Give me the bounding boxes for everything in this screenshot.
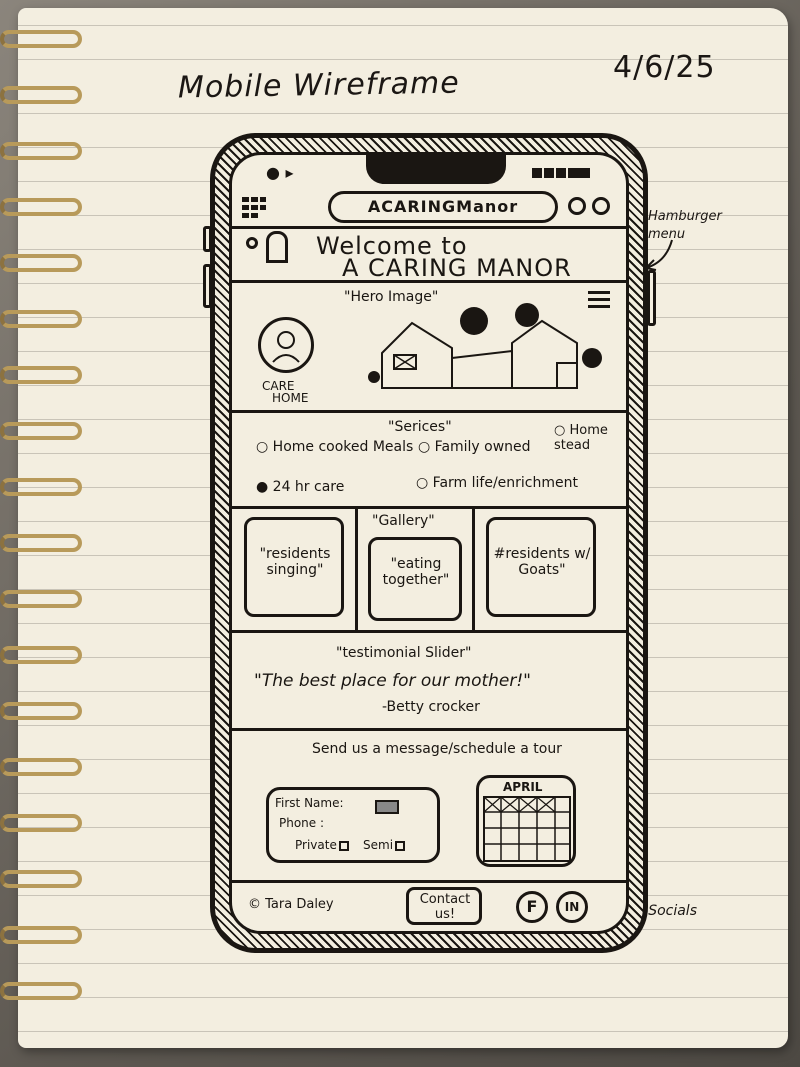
volume-button: [203, 226, 212, 252]
copyright: © Tara Daley: [248, 897, 334, 912]
contact-us-button[interactable]: Contact us!: [406, 887, 482, 925]
footer: © Tara Daley Contact us! F IN: [232, 883, 626, 931]
testimonial-heading: "testimonial Slider": [336, 645, 472, 661]
private-checkbox[interactable]: [338, 840, 349, 851]
service-item: ○ Home stead: [554, 423, 608, 453]
hero-section: "Hero Image" CARE HOME: [232, 283, 626, 413]
gallery-divider: [355, 509, 358, 630]
gallery-card[interactable]: "eating together": [368, 537, 462, 621]
phone-screen: ● ▸ ACARINGManor Welcome to A CARING MAN…: [229, 152, 629, 934]
testimonial-quote: "The best place for our mother!": [254, 671, 531, 691]
notebook-page: Mobile Wireframe 4/6/25 Hamburger menu ←…: [18, 8, 788, 1048]
calendar-widget[interactable]: APRIL: [476, 775, 576, 867]
logo-caption-2: HOME: [272, 391, 309, 405]
care-home-logo[interactable]: [258, 317, 314, 373]
page-date: 4/6/25: [613, 50, 716, 85]
power-button: [647, 270, 656, 326]
service-item: ● 24 hr care: [256, 479, 345, 495]
brand-logo-pill[interactable]: ACARINGManor: [328, 191, 558, 223]
facebook-icon[interactable]: F: [516, 891, 548, 923]
page-title: Mobile Wireframe: [177, 65, 460, 106]
gallery-heading: "Gallery": [372, 513, 435, 529]
status-time-icon: ● ▸: [266, 163, 294, 182]
gallery-card[interactable]: "residents singing": [244, 517, 344, 617]
contact-section: Send us a message/schedule a tour First …: [232, 731, 626, 883]
photo: Mobile Wireframe 4/6/25 Hamburger menu ←…: [0, 0, 800, 1067]
linkedin-icon[interactable]: IN: [556, 891, 588, 923]
private-option[interactable]: Private: [295, 838, 349, 852]
phone-frame: ● ▸ ACARINGManor Welcome to A CARING MAN…: [203, 133, 656, 953]
gallery-section: "Gallery" "residents singing" "eating to…: [232, 509, 626, 633]
semi-checkbox[interactable]: [395, 840, 406, 851]
welcome-knob-icon: [246, 237, 258, 249]
testimonial-author: -Betty crocker: [382, 699, 480, 715]
calendar-month: APRIL: [503, 780, 543, 794]
toggle-icon[interactable]: [568, 197, 586, 215]
signal-icon: [532, 163, 612, 178]
welcome-section: Welcome to A CARING MANOR: [232, 229, 626, 281]
testimonial-section: "testimonial Slider" "The best place for…: [232, 633, 626, 731]
services-heading: "Serices": [388, 419, 452, 435]
spiral-binding: [0, 30, 90, 1030]
volume-button-down: [203, 264, 212, 308]
person-icon: [272, 331, 300, 363]
contact-heading: Send us a message/schedule a tour: [312, 741, 562, 757]
service-item: ○ Family owned: [418, 439, 531, 455]
hero-house-image: [368, 303, 602, 389]
calendar-grid-icon: [483, 796, 571, 862]
first-name-input[interactable]: [375, 800, 399, 814]
menu-grid-icon[interactable]: [240, 193, 268, 221]
phone-label: Phone :: [279, 816, 325, 830]
services-section: "Serices" ○ Home cooked Meals ○ Family o…: [232, 413, 626, 509]
service-item: ○ Home cooked Meals: [256, 439, 414, 455]
toggle-icon-2[interactable]: [592, 197, 610, 215]
first-name-label: First Name:: [275, 796, 344, 810]
door-icon: [266, 231, 288, 263]
contact-form: First Name: Phone : Private Semi: [266, 787, 440, 863]
camera-notch: [366, 155, 506, 184]
service-item: ○ Farm life/enrichment: [416, 475, 578, 491]
gallery-divider: [472, 509, 475, 630]
semi-option[interactable]: Semi: [363, 838, 406, 852]
top-nav: ACARINGManor: [232, 187, 626, 229]
gallery-card[interactable]: #residents w/ Goats": [486, 517, 596, 617]
